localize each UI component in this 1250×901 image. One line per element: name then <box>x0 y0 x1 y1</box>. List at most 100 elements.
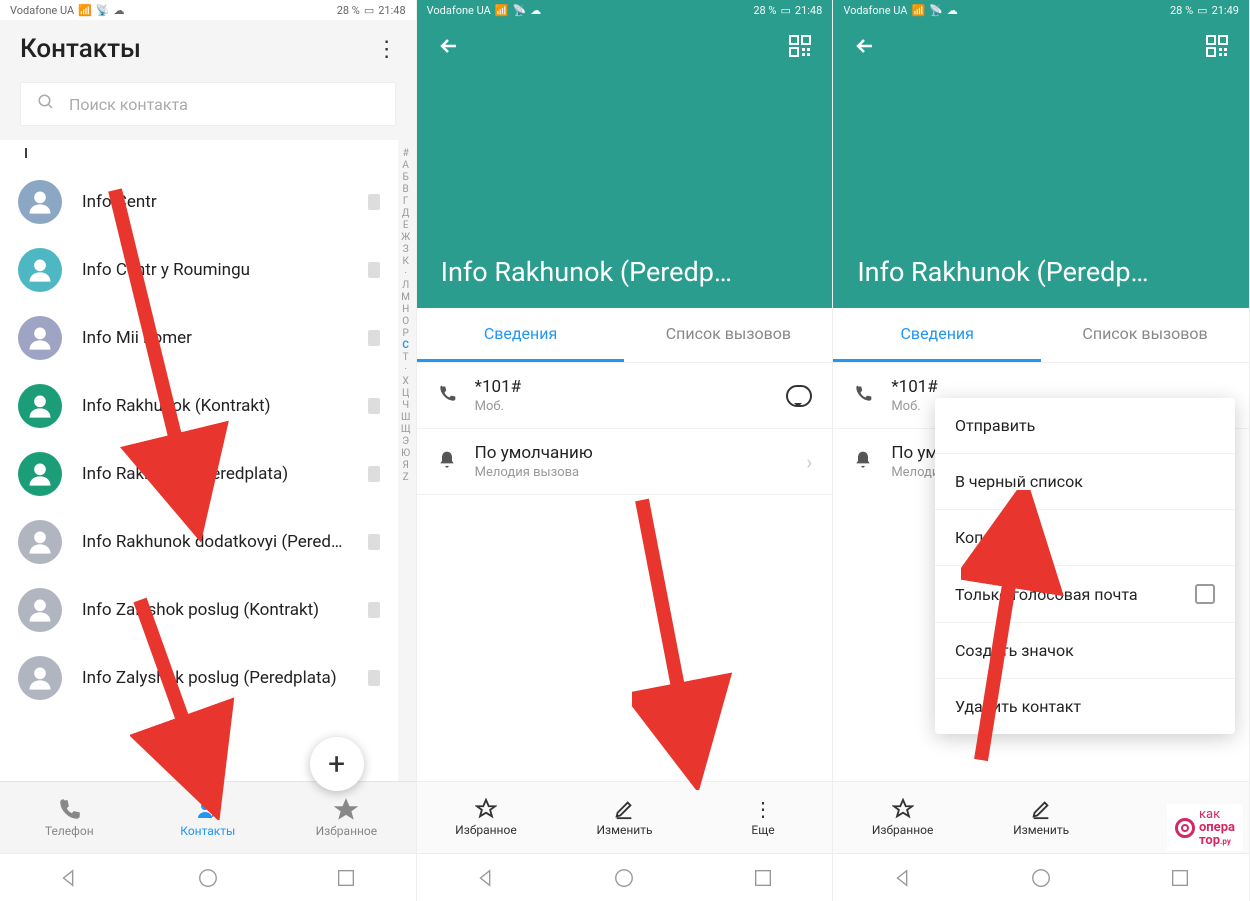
nav-back[interactable] <box>58 867 80 889</box>
page-title: Контакты <box>20 34 141 64</box>
contact-row[interactable]: Info Zalyshok poslug (Peredplata) <box>0 644 398 712</box>
nav-home[interactable] <box>613 867 635 889</box>
back-button[interactable] <box>853 34 877 62</box>
action-favorite[interactable]: Избранное <box>417 782 556 853</box>
alpha-letter[interactable]: К <box>402 256 408 267</box>
action-more-label: Еще <box>751 823 774 837</box>
alpha-letter[interactable]: # <box>403 148 409 159</box>
android-nav <box>417 853 833 901</box>
nav-recent[interactable] <box>752 867 774 889</box>
tab-call-log[interactable]: Список вызовов <box>1041 308 1249 362</box>
android-nav <box>0 853 416 901</box>
menu-voicemail[interactable]: Только голосовая почта <box>935 566 1235 623</box>
alpha-letter[interactable]: Р <box>403 328 409 339</box>
alpha-letter[interactable]: В <box>403 184 409 195</box>
screen-contact-menu: Vodafone UA 📶 📡 ☁ 28 % ▭ 21:49 Info Rakh… <box>833 0 1250 901</box>
tab-contacts[interactable]: Контакты <box>139 782 278 853</box>
contact-row[interactable]: Info Rakhunok dodatkovyi (Peredp… <box>0 508 398 576</box>
avatar <box>18 248 62 292</box>
menu-delete[interactable]: Удалить контакт <box>935 679 1235 734</box>
alpha-letter[interactable]: Т <box>403 352 409 363</box>
phone-icon <box>853 384 875 408</box>
contact-name-label: Info Zalyshok poslug (Peredplata) <box>82 668 348 688</box>
alpha-letter[interactable]: Г <box>403 196 409 207</box>
alpha-letter[interactable]: Е <box>403 220 409 231</box>
alpha-letter[interactable]: Ч <box>402 400 409 411</box>
bell-icon <box>853 450 875 474</box>
alpha-letter[interactable]: Ю <box>401 448 410 459</box>
alpha-letter[interactable]: Н <box>402 304 409 315</box>
search-icon <box>37 93 55 115</box>
alpha-letter[interactable]: Ш <box>401 412 410 423</box>
contact-row[interactable]: Info Centr y Roumingu <box>0 236 398 304</box>
ringtone-row[interactable]: По умолчанию Мелодия вызова › <box>417 429 833 495</box>
nav-recent[interactable] <box>1169 867 1191 889</box>
phone-row[interactable]: *101# Моб. <box>417 363 833 429</box>
tab-favorites[interactable]: Избранное <box>277 782 416 853</box>
action-favorite[interactable]: Избранное <box>833 782 972 853</box>
contact-row[interactable]: Info Rakhunok (Kontrakt) <box>0 372 398 440</box>
tab-contacts-label: Контакты <box>180 824 235 838</box>
sim-icon <box>368 534 380 550</box>
alpha-letter[interactable]: Л <box>402 280 409 291</box>
nav-back[interactable] <box>892 867 914 889</box>
qr-icon[interactable] <box>788 34 812 62</box>
contact-row[interactable]: Info Mii nomer <box>0 304 398 372</box>
alpha-letter[interactable]: Б <box>403 172 409 183</box>
alpha-letter[interactable]: Д <box>402 208 410 219</box>
avatar <box>18 520 62 564</box>
contact-row[interactable]: Info Zalyshok poslug (Kontrakt) <box>0 576 398 644</box>
alpha-letter[interactable]: Z <box>403 472 409 483</box>
alpha-letter[interactable]: А <box>402 160 409 171</box>
android-nav <box>833 853 1249 901</box>
nav-home[interactable] <box>197 867 219 889</box>
phone-type: Моб. <box>475 399 771 414</box>
contact-row[interactable]: Info Rakhunok (Peredplata) <box>0 440 398 508</box>
action-edit[interactable]: Изменить <box>972 782 1111 853</box>
menu-blacklist[interactable]: В черный список <box>935 454 1235 510</box>
tab-details[interactable]: Сведения <box>417 308 625 362</box>
contact-name-label: Info Rakhunok (Kontrakt) <box>82 396 348 416</box>
action-edit-label: Изменить <box>596 823 652 837</box>
nav-home[interactable] <box>1030 867 1052 889</box>
battery-percent: 28 % <box>337 4 360 17</box>
alpha-letter[interactable]: · <box>404 268 407 279</box>
contact-name-label: Info Centr <box>82 192 348 212</box>
alpha-letter[interactable]: З <box>403 244 409 255</box>
context-menu: Отправить В черный список Копировать Тол… <box>935 398 1235 734</box>
alpha-letter[interactable]: Х <box>403 376 409 387</box>
alpha-letter[interactable]: Ц <box>402 388 409 399</box>
menu-shortcut[interactable]: Создать значок <box>935 623 1235 679</box>
tab-phone[interactable]: Телефон <box>0 782 139 853</box>
message-icon[interactable] <box>786 385 812 407</box>
search-input[interactable]: Поиск контакта <box>20 82 396 126</box>
back-button[interactable] <box>437 34 461 62</box>
alpha-index[interactable]: #АБВГДЕЖЗК·ЛМНОРСТ·ХЦЧШЩЭЮЯZ <box>398 140 416 781</box>
contact-name-label: Info Rakhunok (Peredplata) <box>82 464 348 484</box>
alpha-letter[interactable]: О <box>402 316 409 327</box>
nav-back[interactable] <box>475 867 497 889</box>
nav-recent[interactable] <box>335 867 357 889</box>
alpha-letter[interactable]: Ж <box>401 232 410 243</box>
battery-icon: ▭ <box>781 4 791 17</box>
alpha-letter[interactable]: М <box>401 292 410 303</box>
bell-icon <box>437 450 459 474</box>
add-contact-fab[interactable]: + <box>310 737 364 791</box>
cloud-icon: ☁ <box>947 4 958 17</box>
menu-copy[interactable]: Копировать <box>935 510 1235 566</box>
menu-send[interactable]: Отправить <box>935 398 1235 454</box>
alpha-letter[interactable]: С <box>402 340 409 351</box>
alpha-letter[interactable]: Э <box>402 436 409 447</box>
alpha-letter[interactable]: · <box>404 364 407 375</box>
action-more[interactable]: ⋮ Еще <box>694 782 833 853</box>
action-edit[interactable]: Изменить <box>555 782 694 853</box>
alpha-letter[interactable]: Щ <box>401 424 411 435</box>
menu-icon[interactable]: ⋮ <box>376 37 396 62</box>
tab-details[interactable]: Сведения <box>833 308 1041 362</box>
voicemail-checkbox[interactable] <box>1195 584 1215 604</box>
qr-icon[interactable] <box>1205 34 1229 62</box>
alpha-letter[interactable]: Я <box>402 460 408 471</box>
tab-call-log[interactable]: Список вызовов <box>624 308 832 362</box>
watermark: как опера тор.ру <box>1167 804 1243 851</box>
contact-row[interactable]: Info Centr <box>0 168 398 236</box>
